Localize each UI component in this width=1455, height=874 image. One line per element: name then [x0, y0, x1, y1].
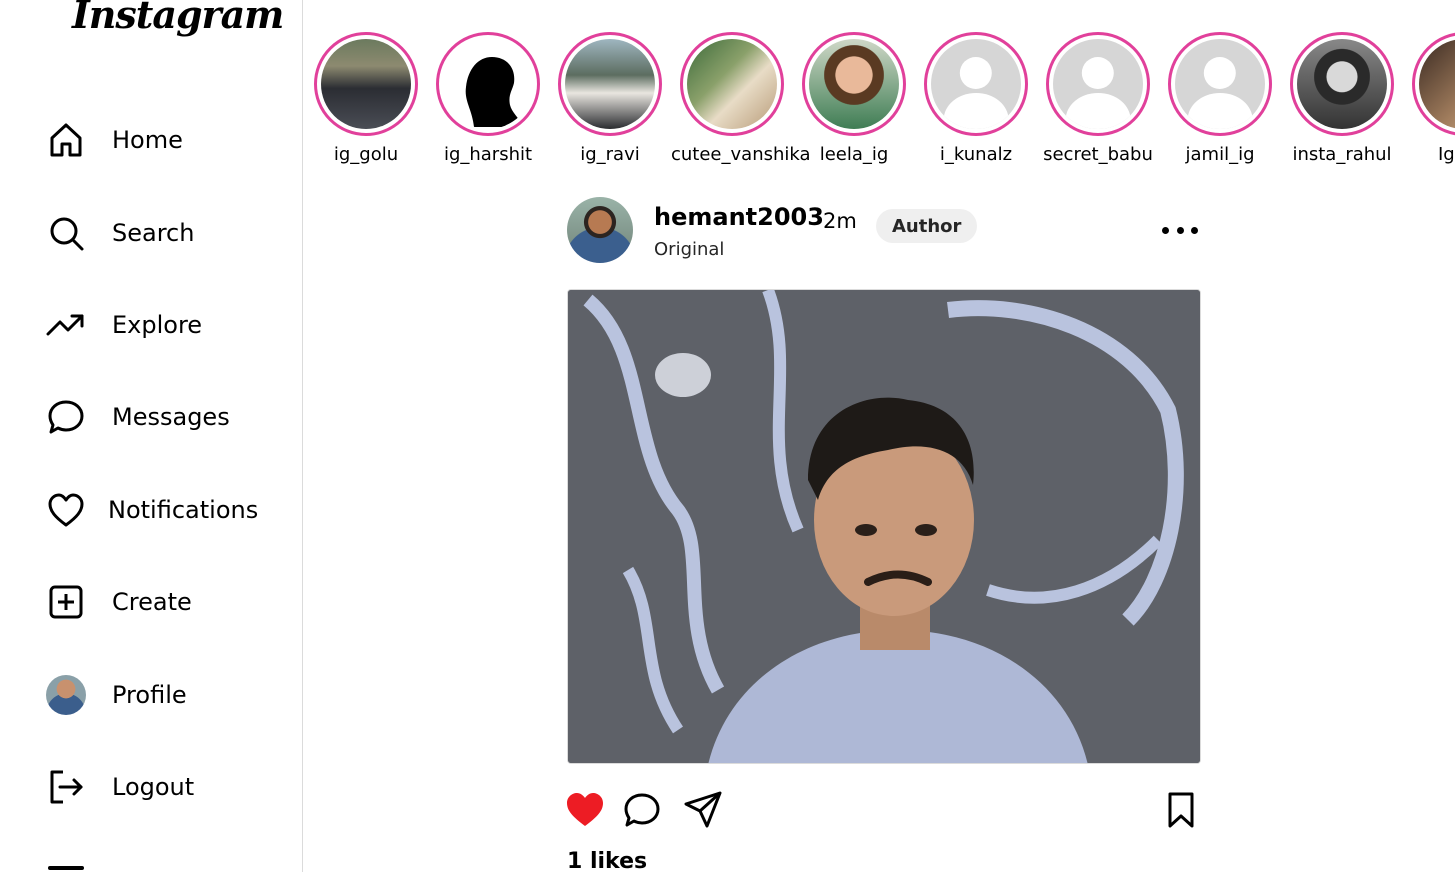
- sidebar-item-label: Profile: [112, 681, 187, 709]
- story-avatar: [321, 39, 411, 129]
- story-avatar: [443, 39, 533, 129]
- trending-icon: [46, 305, 86, 345]
- story-item[interactable]: i_kunalz: [915, 32, 1037, 165]
- post-image[interactable]: [567, 289, 1201, 764]
- story-username: jamil_ig: [1185, 144, 1255, 165]
- story-item[interactable]: secret_babu: [1037, 32, 1159, 165]
- story-ring: [1168, 32, 1272, 136]
- story-item[interactable]: Ig: [1403, 32, 1455, 165]
- logout-icon: [46, 767, 86, 807]
- story-avatar: [565, 39, 655, 129]
- story-ring: [558, 32, 662, 136]
- story-item[interactable]: jamil_ig: [1159, 32, 1281, 165]
- author-badge: Author: [876, 209, 978, 243]
- bookmark-icon: [1168, 792, 1194, 828]
- more-options-button[interactable]: [1162, 218, 1198, 242]
- story-ring: [924, 32, 1028, 136]
- sidebar-item-profile[interactable]: Profile: [46, 673, 187, 717]
- story-username: ig_golu: [333, 144, 399, 165]
- story-ring: [1046, 32, 1150, 136]
- story-username: ig_harshit: [443, 144, 533, 165]
- story-avatar: [1419, 39, 1455, 129]
- sidebar-item-label: Messages: [112, 403, 230, 431]
- post-username[interactable]: hemant2003: [654, 203, 824, 231]
- like-button[interactable]: [565, 790, 605, 830]
- story-ring: [436, 32, 540, 136]
- search-icon: [46, 213, 86, 253]
- likes-count[interactable]: 1 likes: [567, 849, 647, 874]
- default-avatar-icon: [931, 39, 1021, 129]
- sidebar-item-notifications[interactable]: Notifications: [46, 488, 258, 532]
- comment-button[interactable]: [622, 790, 662, 830]
- sidebar-item-messages[interactable]: Messages: [46, 395, 230, 439]
- story-username: ig_ravi: [580, 144, 640, 165]
- story-item[interactable]: ig_harshit: [427, 32, 549, 165]
- post-author-avatar[interactable]: [567, 197, 633, 263]
- heart-filled-icon: [567, 793, 603, 826]
- story-ring: [1290, 32, 1394, 136]
- story-ring: [1412, 32, 1455, 136]
- default-avatar-icon: [1053, 39, 1143, 129]
- more-menu-icon[interactable]: [48, 866, 84, 870]
- story-username: secret_babu: [1043, 144, 1153, 165]
- story-ring: [314, 32, 418, 136]
- story-username: leela_ig: [819, 144, 889, 165]
- story-avatar: [1297, 39, 1387, 129]
- default-avatar-icon: [1175, 39, 1265, 129]
- sidebar-item-search[interactable]: Search: [46, 211, 194, 255]
- story-username: cutee_vanshika: [671, 144, 811, 165]
- sidebar-item-label: Home: [112, 126, 183, 154]
- sidebar: Instagram Home Search Explore Messages N…: [0, 0, 303, 872]
- story-avatar: [687, 39, 777, 129]
- sidebar-item-label: Create: [112, 588, 192, 616]
- story-ring: [802, 32, 906, 136]
- story-avatar: [809, 39, 899, 129]
- message-icon: [46, 397, 86, 437]
- instagram-logo[interactable]: Instagram: [72, 0, 284, 37]
- save-button[interactable]: [1161, 790, 1201, 830]
- plus-square-icon: [46, 582, 86, 622]
- story-username: Ig: [1438, 144, 1455, 165]
- heart-icon: [46, 490, 86, 530]
- sidebar-item-label: Explore: [112, 311, 203, 339]
- post-subtitle: Original: [654, 239, 725, 260]
- sidebar-item-explore[interactable]: Explore: [46, 303, 202, 347]
- story-item[interactable]: ig_ravi: [549, 32, 671, 165]
- story-ring: [680, 32, 784, 136]
- story-username: i_kunalz: [939, 144, 1013, 165]
- avatar: [46, 675, 86, 715]
- post-timestamp: 2m: [823, 209, 857, 233]
- sidebar-item-logout[interactable]: Logout: [46, 765, 194, 809]
- comment-icon: [624, 793, 660, 827]
- post-photo-illustration: [568, 290, 1200, 763]
- sidebar-item-create[interactable]: Create: [46, 580, 192, 624]
- sidebar-item-label: Notifications: [108, 496, 259, 524]
- sidebar-item-label: Logout: [112, 773, 195, 801]
- share-button[interactable]: [683, 790, 723, 830]
- sidebar-item-home[interactable]: Home: [46, 118, 183, 162]
- story-username: insta_rahul: [1292, 144, 1392, 165]
- home-icon: [46, 120, 86, 160]
- story-item[interactable]: ig_golu: [305, 32, 427, 165]
- story-item[interactable]: leela_ig: [793, 32, 915, 165]
- send-icon: [684, 791, 722, 828]
- story-item[interactable]: cutee_vanshika: [671, 32, 811, 165]
- sidebar-item-label: Search: [112, 219, 195, 247]
- story-item[interactable]: insta_rahul: [1281, 32, 1403, 165]
